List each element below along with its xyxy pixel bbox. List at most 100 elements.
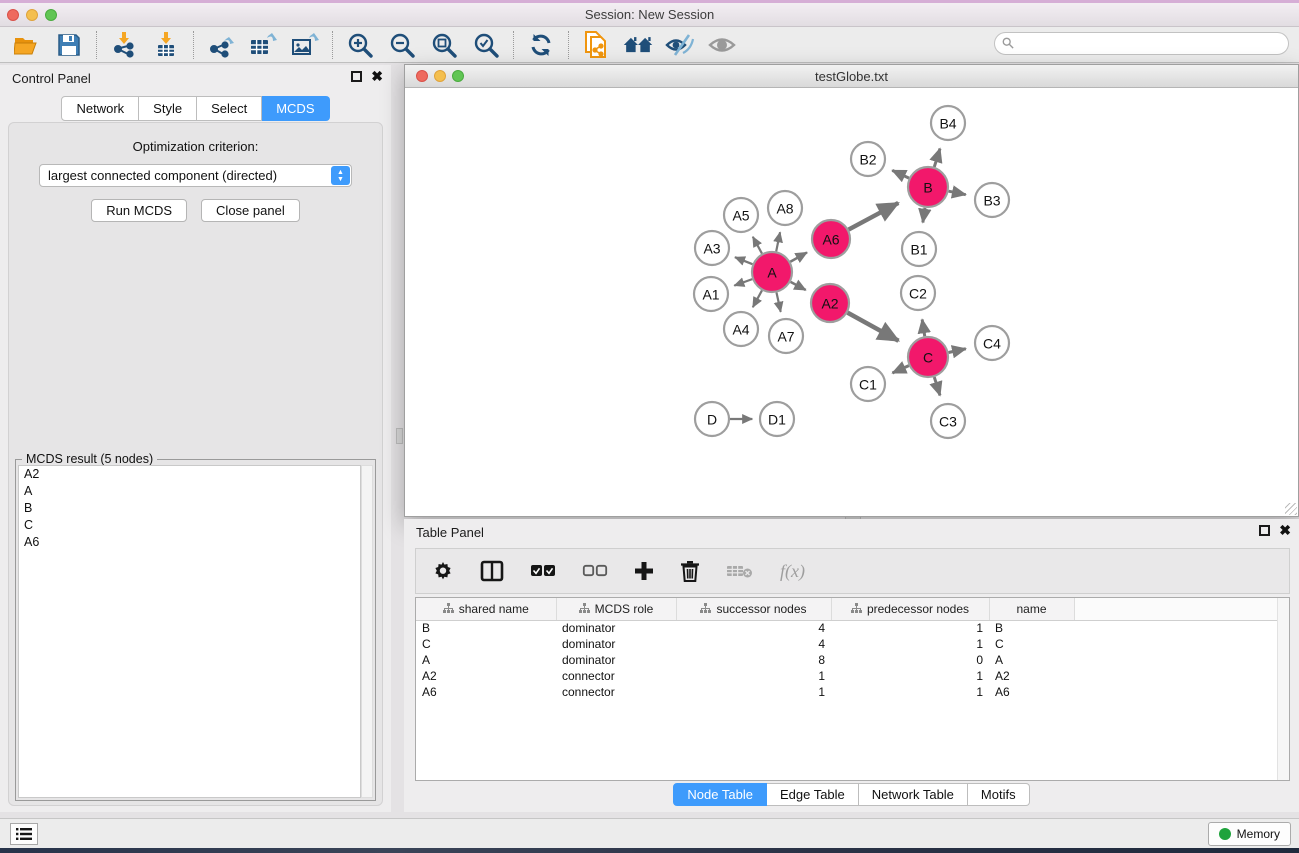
table-cell[interactable]: dominator [556, 620, 676, 636]
column-header-MCDS-role[interactable]: MCDS role [556, 598, 676, 620]
mcds-result-list[interactable]: A2ABCA6 [18, 465, 361, 798]
graph-edge-C-C4[interactable] [949, 349, 966, 353]
graph-edge-C-C3[interactable] [934, 377, 940, 395]
graph-edge-A-A3[interactable] [735, 257, 753, 264]
table-scrollbar[interactable] [1277, 598, 1289, 780]
network-graph[interactable]: AA1A2A3A4A5A6A7A8BB1B2B3B4CC1C2C3C4DD1 [406, 89, 1299, 517]
table-cell[interactable]: 8 [676, 652, 831, 668]
gear-icon[interactable] [432, 556, 454, 586]
column-header-predecessor-nodes[interactable]: predecessor nodes [831, 598, 989, 620]
table-row[interactable]: Cdominator41C [416, 636, 1289, 652]
open-session-icon[interactable] [12, 31, 42, 59]
table-cell[interactable]: 1 [676, 668, 831, 684]
save-session-icon[interactable] [54, 31, 84, 59]
select-all-icon[interactable] [530, 556, 556, 586]
graph-edge-A-A4[interactable] [753, 290, 762, 307]
table-cell[interactable]: 0 [831, 652, 989, 668]
table-cell[interactable]: dominator [556, 636, 676, 652]
table-cell[interactable]: A [989, 652, 1074, 668]
run-mcds-button[interactable]: Run MCDS [91, 199, 187, 222]
graph-edge-A-A8[interactable] [776, 232, 780, 251]
tab-style[interactable]: Style [139, 96, 197, 121]
graph-edge-A-A6[interactable] [790, 252, 807, 261]
result-scrollbar[interactable] [361, 465, 373, 798]
result-item[interactable]: A2 [19, 466, 360, 483]
tab-select[interactable]: Select [197, 96, 262, 121]
tab-edge-table[interactable]: Edge Table [767, 783, 859, 806]
float-panel-icon[interactable] [351, 71, 362, 82]
graph-edge-C-C1[interactable] [892, 366, 908, 373]
splitpane-handle[interactable] [396, 428, 403, 444]
search-input[interactable] [994, 32, 1289, 55]
add-column-icon[interactable] [634, 556, 654, 586]
table-cell[interactable]: connector [556, 684, 676, 700]
graph-edge-A-A1[interactable] [734, 279, 752, 285]
table-cell[interactable]: dominator [556, 652, 676, 668]
show-all-icon[interactable] [707, 31, 737, 59]
tab-network-table[interactable]: Network Table [859, 783, 968, 806]
table-cell[interactable]: 1 [831, 636, 989, 652]
table-cell[interactable]: 1 [831, 620, 989, 636]
table-cell[interactable]: 1 [831, 684, 989, 700]
result-item[interactable]: A [19, 483, 360, 500]
graph-edge-B-B3[interactable] [949, 191, 966, 194]
hide-selected-icon[interactable] [665, 31, 695, 59]
graph-edge-A6-B[interactable] [849, 203, 899, 230]
result-item[interactable]: A6 [19, 534, 360, 551]
column-header-successor-nodes[interactable]: successor nodes [676, 598, 831, 620]
import-network-icon[interactable] [109, 31, 139, 59]
task-history-button[interactable] [10, 823, 38, 845]
graph-edge-A-A7[interactable] [776, 293, 780, 312]
graph-edge-A-A5[interactable] [753, 237, 762, 254]
function-builder-icon[interactable]: f(x) [780, 561, 805, 582]
graph-edge-B-B2[interactable] [892, 170, 909, 178]
network-canvas[interactable]: AA1A2A3A4A5A6A7A8BB1B2B3B4CC1C2C3C4DD1 [406, 89, 1297, 515]
table-row[interactable]: A2connector11A2 [416, 668, 1289, 684]
new-session-from-network-icon[interactable] [581, 31, 611, 59]
table-cell[interactable]: 1 [831, 668, 989, 684]
graph-edge-A2-C[interactable] [848, 313, 899, 341]
close-table-panel-icon[interactable]: ✖ [1279, 525, 1291, 536]
zoom-out-icon[interactable] [387, 31, 417, 59]
delete-column-icon[interactable] [680, 556, 700, 586]
table-row[interactable]: A6connector11A6 [416, 684, 1289, 700]
table-cell[interactable]: A [416, 652, 556, 668]
table-cell[interactable]: C [989, 636, 1074, 652]
result-item[interactable]: C [19, 517, 360, 534]
tab-node-table[interactable]: Node Table [673, 783, 767, 806]
close-panel-button[interactable]: Close panel [201, 199, 300, 222]
table-cell[interactable]: C [416, 636, 556, 652]
table-cell[interactable]: 4 [676, 620, 831, 636]
optimization-criterion-select[interactable]: largest connected component (directed) ▲… [39, 164, 352, 187]
result-item[interactable]: B [19, 500, 360, 517]
tab-motifs[interactable]: Motifs [968, 783, 1030, 806]
table-cell[interactable]: B [989, 620, 1074, 636]
table-cell[interactable]: A6 [416, 684, 556, 700]
memory-button[interactable]: Memory [1208, 822, 1291, 846]
table-cell[interactable]: B [416, 620, 556, 636]
export-image-icon[interactable] [290, 31, 320, 59]
graph-edge-B-B1[interactable] [923, 208, 925, 223]
table-row[interactable]: Bdominator41B [416, 620, 1289, 636]
export-network-icon[interactable] [206, 31, 236, 59]
deselect-all-icon[interactable] [582, 556, 608, 586]
table-cell[interactable]: connector [556, 668, 676, 684]
tab-network[interactable]: Network [61, 96, 139, 121]
export-table-icon[interactable] [248, 31, 278, 59]
table-row[interactable]: Adominator80A [416, 652, 1289, 668]
close-panel-icon[interactable]: ✖ [371, 71, 383, 82]
column-view-icon[interactable] [480, 556, 504, 586]
graph-edge-A-A2[interactable] [791, 282, 806, 290]
import-table-icon[interactable] [151, 31, 181, 59]
float-table-panel-icon[interactable] [1259, 525, 1270, 536]
zoom-fit-icon[interactable] [429, 31, 459, 59]
table-cell[interactable]: A2 [989, 668, 1074, 684]
resize-grip[interactable] [1285, 503, 1297, 515]
table-cell[interactable]: A2 [416, 668, 556, 684]
table-cell[interactable]: 1 [676, 684, 831, 700]
refresh-icon[interactable] [526, 31, 556, 59]
table-cell[interactable]: 4 [676, 636, 831, 652]
zoom-in-icon[interactable] [345, 31, 375, 59]
table-cell[interactable]: A6 [989, 684, 1074, 700]
zoom-selected-icon[interactable] [471, 31, 501, 59]
